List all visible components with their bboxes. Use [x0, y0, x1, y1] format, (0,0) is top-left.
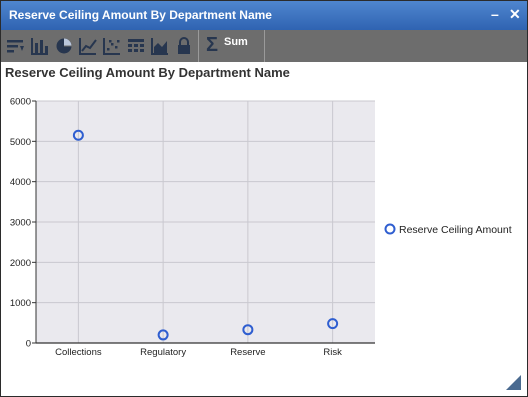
x-tick-label: Regulatory — [140, 347, 186, 358]
resize-handle[interactable] — [506, 375, 521, 390]
legend-marker — [384, 223, 396, 235]
y-tick-label: 6000 — [10, 97, 31, 108]
y-tick-label: 1000 — [10, 298, 31, 309]
y-tick-label: 5000 — [10, 137, 31, 148]
chart-window: Reserve Ceiling Amount By Department Nam… — [0, 0, 528, 397]
legend-label: Reserve Ceiling Amount — [399, 224, 512, 236]
x-tick-label: Risk — [323, 347, 342, 358]
y-tick-label: 2000 — [10, 258, 31, 269]
x-tick-label: Reserve — [230, 347, 265, 358]
y-tick-label: 3000 — [10, 218, 31, 229]
y-tick-label: 0 — [26, 339, 31, 350]
x-tick-label: Collections — [55, 347, 102, 358]
y-tick-label: 4000 — [10, 177, 31, 188]
scatter-chart: 0 1000 2000 3000 4000 5000 6000 Collections Reg… — [10, 97, 512, 359]
